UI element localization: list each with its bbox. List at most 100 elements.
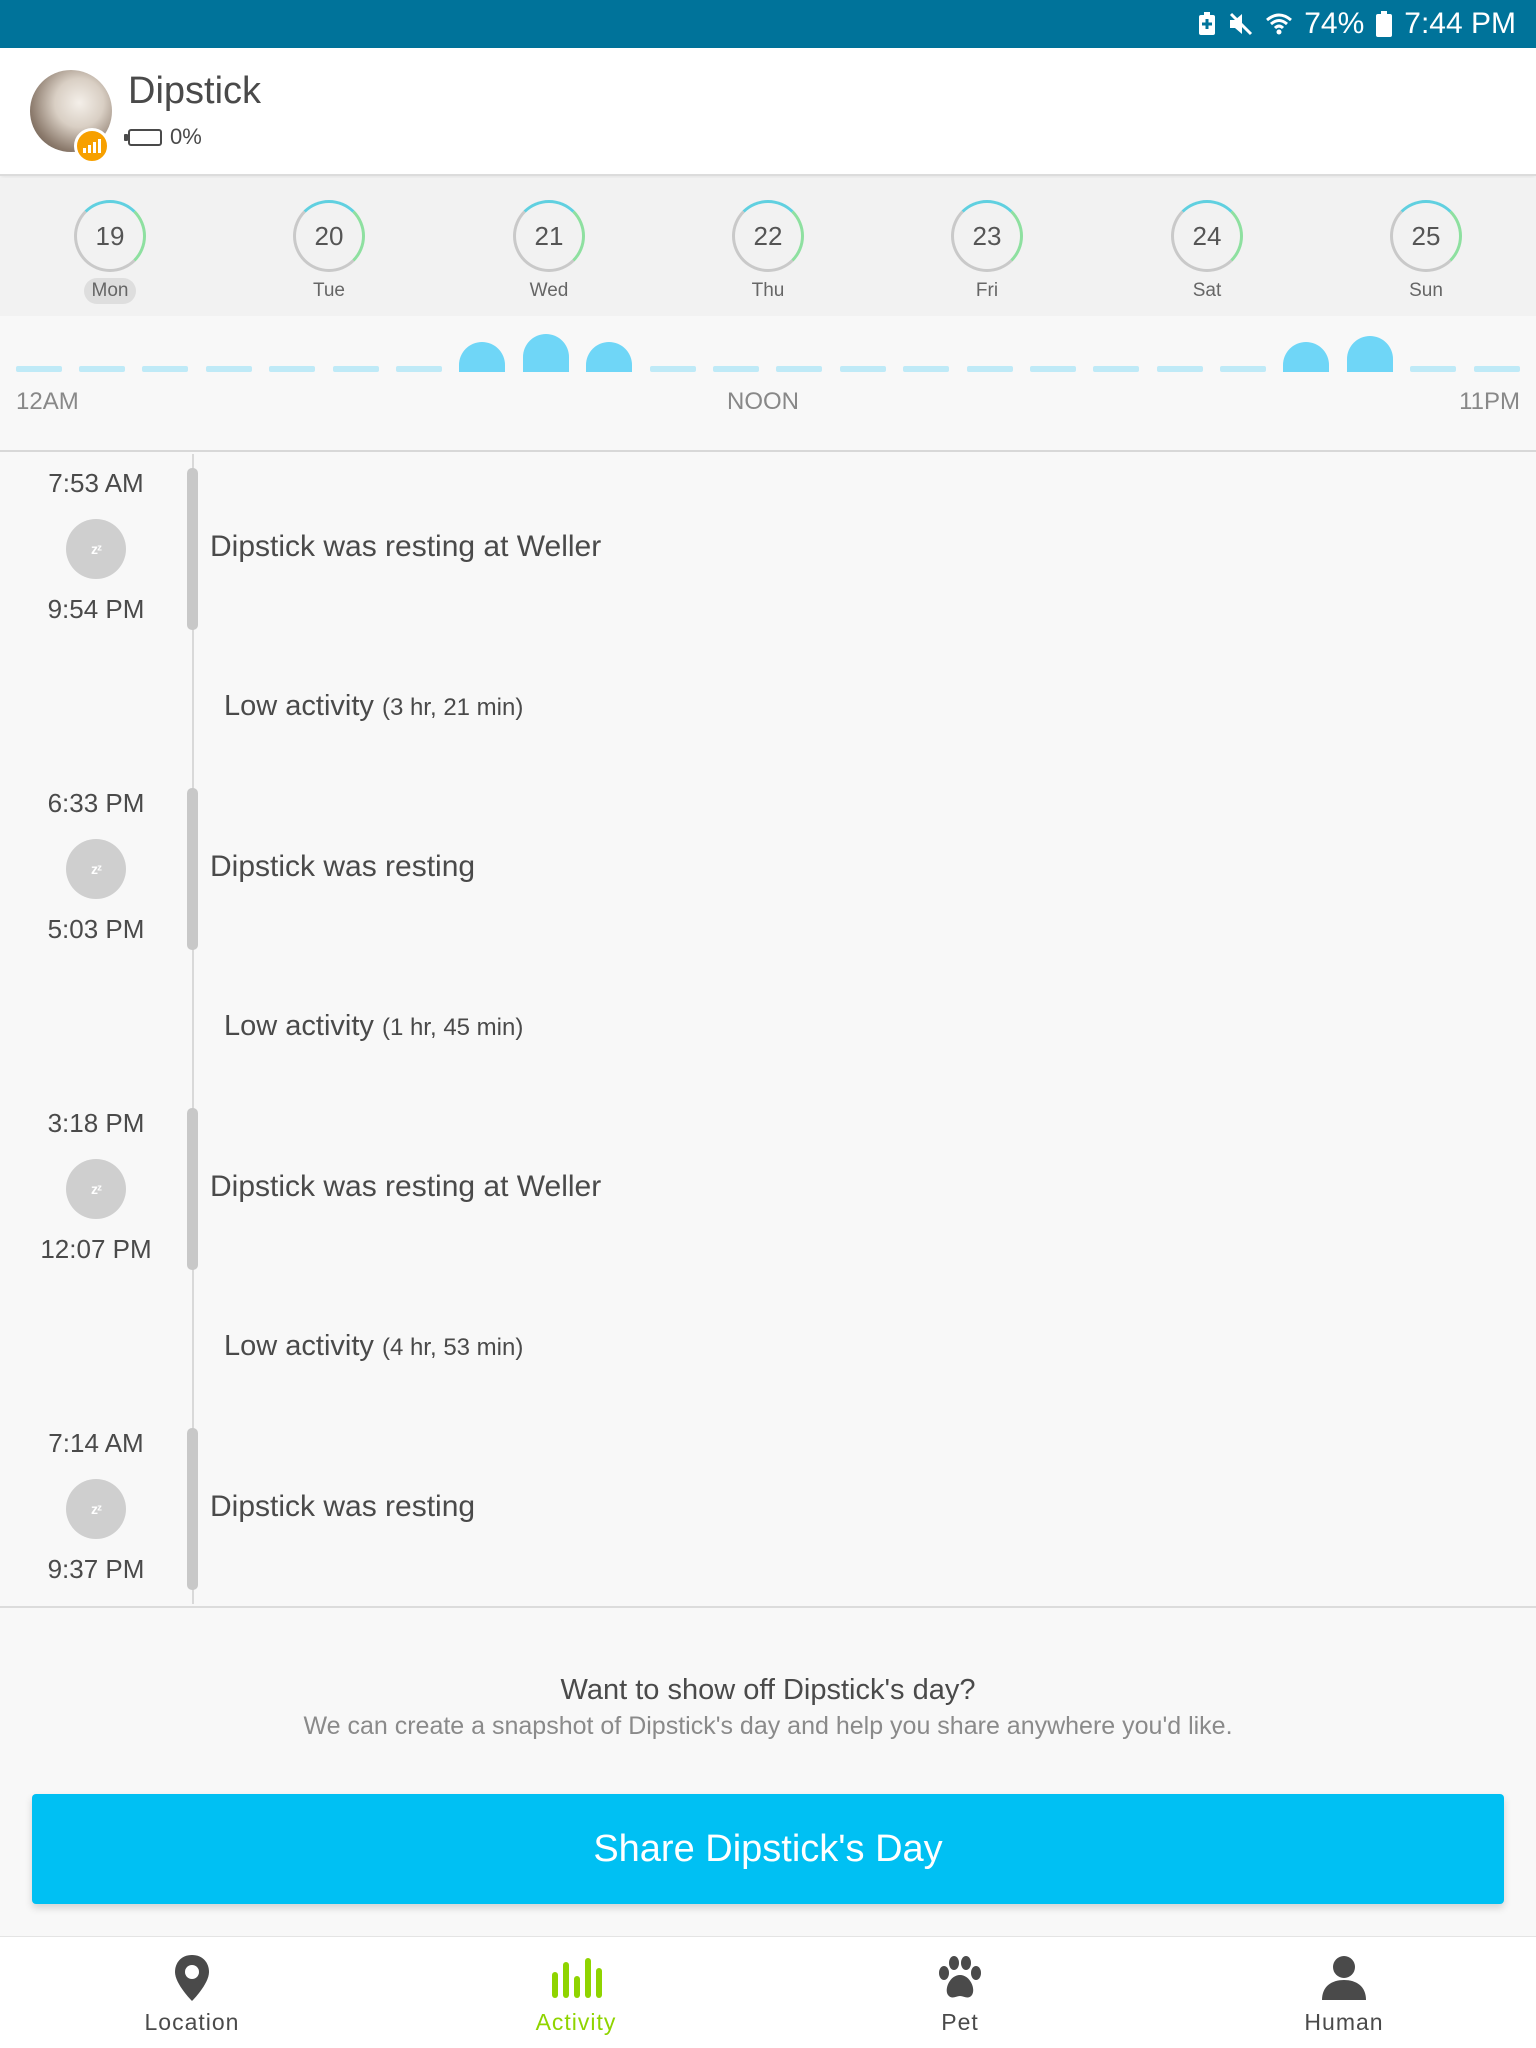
- nav-pet[interactable]: Pet: [768, 1937, 1152, 2048]
- bottom-nav: Location Activity Pet Human: [0, 1936, 1536, 2048]
- gap-duration: (3 hr, 21 min): [381, 694, 524, 721]
- event-description: Dipstick was resting: [210, 1490, 476, 1523]
- low-activity-segment: [1157, 366, 1203, 372]
- low-activity-segment: [967, 366, 1013, 372]
- day-number: 23: [951, 200, 1023, 272]
- sleep-icon: zᶻ: [66, 519, 126, 579]
- location-pin-icon: [172, 1951, 212, 2005]
- wifi-icon: [1266, 12, 1293, 36]
- nav-label: Activity: [535, 2009, 617, 2035]
- day-mon[interactable]: 19 Mon: [50, 200, 170, 304]
- day-tue[interactable]: 20 Tue: [269, 200, 389, 304]
- event-start-time: 3:18 PM: [47, 1108, 145, 1138]
- battery-percent: 74%: [1304, 7, 1365, 40]
- event-end-time: 12:07 PM: [40, 1234, 152, 1264]
- day-sat[interactable]: 24 Sat: [1147, 200, 1267, 304]
- gap-label: Low activity: [224, 1330, 374, 1362]
- day-label: Sun: [1409, 280, 1443, 301]
- day-label: Sat: [1192, 280, 1222, 301]
- low-activity-segment: [1093, 366, 1139, 372]
- activity-strip[interactable]: 12AM NOON 11PM: [0, 316, 1536, 452]
- nav-activity[interactable]: Activity: [384, 1937, 768, 2048]
- event-duration-bar: [187, 1428, 198, 1590]
- event-end-time: 9:37 PM: [47, 1554, 145, 1584]
- paw-icon: [936, 1951, 984, 2005]
- low-activity-gap: Low activity (3 hr, 21 min): [224, 690, 523, 723]
- day-wed[interactable]: 21 Wed: [489, 200, 609, 304]
- event-description: Dipstick was resting: [210, 850, 476, 883]
- low-activity-segment: [776, 366, 822, 372]
- day-number: 19: [74, 200, 146, 272]
- clock: 7:44 PM: [1404, 7, 1516, 40]
- day-fri[interactable]: 23 Fri: [927, 200, 1047, 304]
- day-label: Wed: [529, 280, 569, 301]
- share-subtitle: We can create a snapshot of Dipstick's d…: [303, 1712, 1233, 1740]
- event-end-time: 5:03 PM: [47, 914, 145, 944]
- event-start-time: 6:33 PM: [47, 788, 145, 818]
- event-duration-bar: [187, 1108, 198, 1270]
- low-activity-segment: [713, 366, 759, 372]
- low-activity-segment: [1030, 366, 1076, 372]
- low-activity-segment: [1220, 366, 1266, 372]
- activity-bump: [459, 342, 505, 372]
- status-bar: 74% 7:44 PM: [0, 0, 1536, 48]
- sleep-icon: zᶻ: [66, 839, 126, 899]
- axis-noon-label: NOON: [727, 388, 799, 415]
- low-activity-segment: [16, 366, 62, 372]
- activity-bump: [523, 334, 569, 372]
- low-activity-segment: [206, 366, 252, 372]
- low-activity-gap: Low activity (4 hr, 53 min): [224, 1330, 523, 1363]
- person-icon: [1320, 1951, 1368, 2005]
- day-label: Thu: [751, 280, 785, 301]
- day-selector: 19 Mon 20 Tue 21 Wed 22 Thu 23 Fri 24 Sa…: [0, 178, 1536, 316]
- day-number: 25: [1390, 200, 1462, 272]
- day-number: 22: [732, 200, 804, 272]
- day-label: Fri: [975, 280, 999, 301]
- rest-event[interactable]: 7:14 AM zᶻ 9:37 PM Dipstick was resting: [0, 1414, 1536, 1604]
- low-activity-segment: [396, 366, 442, 372]
- battery-icon: [1376, 11, 1393, 37]
- day-number: 20: [293, 200, 365, 272]
- gap-duration: (4 hr, 53 min): [381, 1334, 524, 1361]
- mute-icon: [1228, 12, 1254, 36]
- rest-event[interactable]: 6:33 PM zᶻ 5:03 PM Dipstick was resting: [0, 774, 1536, 964]
- rest-event[interactable]: 7:53 AM zᶻ 9:54 PM Dipstick was resting …: [0, 454, 1536, 644]
- activity-bump: [1283, 342, 1329, 372]
- low-activity-segment: [79, 366, 125, 372]
- day-sun[interactable]: 25 Sun: [1366, 200, 1486, 304]
- event-duration-bar: [187, 468, 198, 630]
- event-start-time: 7:53 AM: [48, 468, 144, 498]
- day-number: 21: [513, 200, 585, 272]
- battery-saver-icon: [1198, 12, 1216, 36]
- gap-duration: (1 hr, 45 min): [381, 1014, 524, 1041]
- rest-event[interactable]: 3:18 PM zᶻ 12:07 PM Dipstick was resting…: [0, 1094, 1536, 1284]
- activity-timeline: 7:53 AM zᶻ 9:54 PM Dipstick was resting …: [0, 454, 1536, 1604]
- nav-location[interactable]: Location: [0, 1937, 384, 2048]
- day-thu[interactable]: 22 Thu: [708, 200, 828, 304]
- day-number: 24: [1171, 200, 1243, 272]
- event-end-time: 9:54 PM: [47, 594, 145, 624]
- low-activity-segment: [142, 366, 188, 372]
- share-day-button[interactable]: Share Dipstick's Day: [32, 1794, 1504, 1904]
- gap-label: Low activity: [224, 1010, 374, 1042]
- axis-end-label: 11PM: [1459, 388, 1520, 415]
- low-activity-segment: [1474, 366, 1520, 372]
- share-title: Want to show off Dipstick's day?: [560, 1674, 976, 1706]
- day-label: Tue: [312, 280, 346, 301]
- tracker-battery: 0%: [124, 124, 202, 150]
- tracker-battery-value: 0%: [170, 124, 202, 149]
- signal-icon: [74, 128, 110, 164]
- nav-label: Pet: [941, 2009, 979, 2035]
- share-section: Want to show off Dipstick's day? We can …: [0, 1606, 1536, 1936]
- activity-bump: [1347, 336, 1393, 372]
- sleep-icon: zᶻ: [66, 1159, 126, 1219]
- event-duration-bar: [187, 788, 198, 950]
- nav-label: Location: [144, 2009, 240, 2035]
- battery-empty-icon: [124, 128, 162, 146]
- low-activity-segment: [840, 366, 886, 372]
- low-activity-segment: [269, 366, 315, 372]
- nav-human[interactable]: Human: [1152, 1937, 1536, 2048]
- activity-bars-icon: [550, 1951, 602, 2005]
- pet-name[interactable]: Dipstick: [128, 70, 261, 113]
- event-description: Dipstick was resting at Weller: [210, 1170, 602, 1203]
